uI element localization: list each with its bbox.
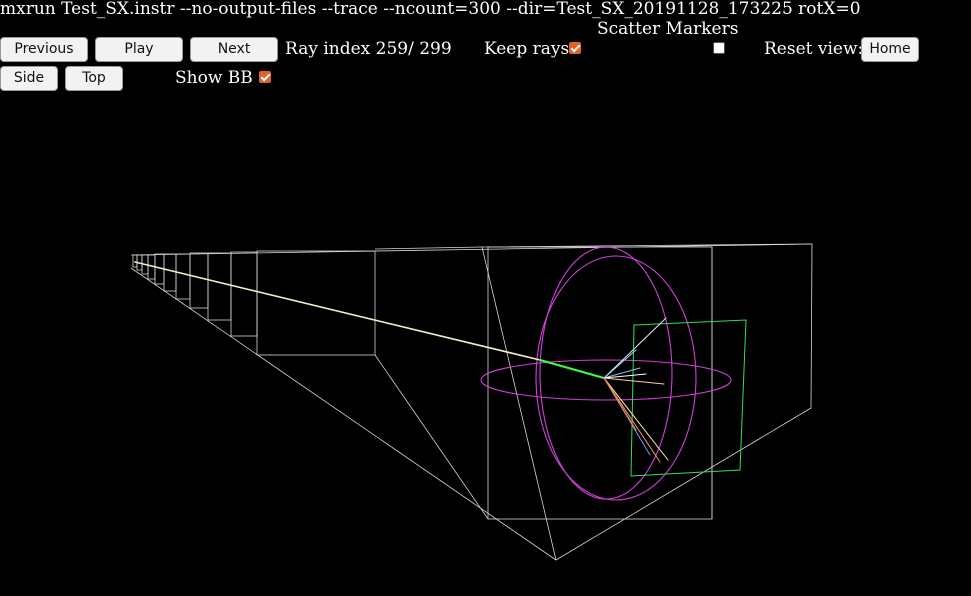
bb-section [487, 246, 713, 520]
bb-section [207, 252, 232, 321]
bb-top-edge [130, 243, 813, 256]
bb-front-face [481, 243, 813, 561]
sample-sphere [480, 246, 732, 501]
incident-ray [134, 261, 541, 361]
bb-section [132, 254, 138, 268]
bb-section [175, 253, 191, 300]
ray-traces [134, 261, 669, 463]
bounding-boxes [130, 243, 813, 561]
bb-section [256, 250, 376, 356]
incident-ray-highlight [538, 358, 606, 380]
trace-3d-viewport[interactable] [0, 0, 971, 596]
bb-section [230, 251, 258, 337]
sphere-meridian-inner [539, 246, 673, 500]
bb-section [189, 252, 209, 309]
bb-section [163, 253, 177, 292]
